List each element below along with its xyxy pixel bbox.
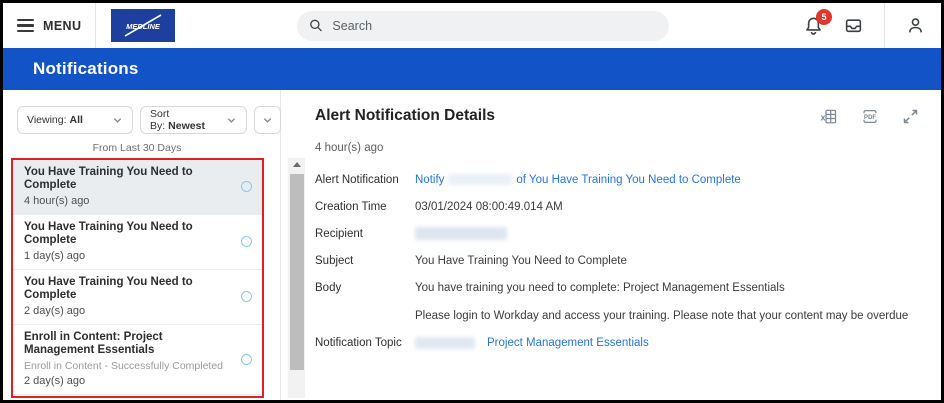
viewing-filter-dropdown[interactable]: Viewing: All	[17, 106, 133, 134]
field-label: Body	[315, 282, 342, 294]
inbox-button[interactable]	[844, 16, 863, 35]
notification-list-item[interactable]: You Have Training You Need to Complete 4…	[13, 160, 262, 214]
topbar-actions: 5	[804, 3, 941, 48]
field-recipient: Recipient	[315, 227, 931, 242]
panel-divider	[280, 90, 281, 400]
svg-text:PDF: PDF	[864, 113, 877, 120]
person-icon	[909, 18, 922, 33]
field-label: Subject	[315, 255, 354, 267]
notification-title: You Have Training You Need to Complete	[24, 166, 193, 191]
unread-indicator-icon[interactable]	[241, 353, 252, 365]
notifications-bell-button[interactable]: 5	[804, 9, 832, 35]
notification-subtitle: Enroll in Content - Successfully Complet…	[24, 360, 224, 372]
list-scrollbar[interactable]	[288, 158, 305, 398]
top-bar: MENU MEDLINE 5	[3, 3, 941, 48]
notification-list-item[interactable]: Enroll in Content: Project Management Es…	[13, 324, 262, 394]
notification-list-item[interactable]: You Have Training You Need to Complete 2…	[13, 269, 262, 324]
scrollbar-up-arrow-icon[interactable]	[292, 162, 301, 167]
hamburger-icon	[17, 18, 34, 33]
notification-time: 2 day(s) ago	[24, 305, 86, 317]
field-value: Notify of You Have Training You Need to C…	[415, 173, 741, 188]
field-label: Creation Time	[315, 201, 387, 213]
menu-button[interactable]: MENU	[3, 3, 95, 48]
notification-list-item[interactable]: This is test message This is test messag…	[13, 394, 262, 396]
chevron-down-icon	[113, 117, 122, 123]
search-icon	[310, 19, 323, 32]
search-input[interactable]	[332, 18, 658, 33]
redacted-text	[415, 227, 507, 241]
details-title: Alert Notification Details	[315, 107, 495, 124]
notification-list-item[interactable]: You Have Training You Need to Complete 1…	[13, 214, 262, 269]
details-header: Alert Notification Details x PDF	[315, 107, 931, 125]
page-header: Notifications	[3, 48, 941, 90]
body-line-2: Please login to Workday and access your …	[415, 310, 909, 322]
unread-indicator-icon[interactable]	[241, 181, 252, 192]
field-creation-time: Creation Time 03/01/2024 08:00:49.014 AM	[315, 200, 931, 215]
menu-label: MENU	[43, 18, 82, 33]
field-label: Recipient	[315, 228, 363, 240]
field-value: You have training you need to complete: …	[415, 281, 908, 324]
details-toolbar: x PDF	[820, 108, 919, 125]
topbar-divider	[95, 3, 97, 48]
pdf-icon: PDF	[863, 109, 877, 123]
details-panel: Alert Notification Details x PDF 4 hour(…	[315, 90, 931, 400]
global-search[interactable]	[297, 10, 670, 41]
field-value: Project Management Essentials	[415, 336, 649, 351]
notification-list: You Have Training You Need to Complete 4…	[11, 158, 264, 398]
unread-indicator-icon[interactable]	[241, 236, 252, 247]
field-subject: Subject You Have Training You Need to Co…	[315, 254, 931, 269]
notification-count-badge: 5	[816, 9, 832, 25]
notification-time: 1 day(s) ago	[24, 250, 86, 262]
expand-icon	[903, 109, 918, 123]
unread-indicator-icon[interactable]	[241, 291, 252, 302]
export-to-excel-button[interactable]: x	[820, 108, 838, 125]
export-to-pdf-button[interactable]: PDF	[861, 108, 879, 125]
field-body: Body You have training you need to compl…	[315, 281, 931, 324]
alert-notification-link[interactable]: Notify of You Have Training You Need to C…	[415, 174, 741, 186]
notification-title: You Have Training You Need to Complete	[24, 276, 193, 301]
field-label: Alert Notification	[315, 174, 399, 186]
svg-text:MEDLINE: MEDLINE	[127, 22, 162, 31]
field-alert-notification: Alert Notification Notify of You Have Tra…	[315, 173, 931, 188]
more-filters-button[interactable]	[254, 106, 281, 134]
notification-topic-link[interactable]: Project Management Essentials	[487, 337, 649, 349]
field-value: You Have Training You Need to Complete	[415, 255, 627, 267]
viewing-filter-text: Viewing: All	[27, 114, 83, 126]
content-area: Viewing: All Sort By: Newest From Last 30 …	[3, 90, 941, 400]
page-title: Notifications	[33, 59, 139, 78]
field-value	[415, 227, 507, 242]
sort-by-dropdown[interactable]: Sort By: Newest	[140, 106, 247, 134]
field-notification-topic: Notification Topic Project Management Es…	[315, 336, 931, 351]
expand-fullscreen-button[interactable]	[902, 108, 919, 125]
date-range-note: From Last 30 Days	[92, 142, 182, 154]
medline-logo[interactable]: MEDLINE	[111, 9, 176, 42]
notification-time: 2 day(s) ago	[24, 375, 86, 387]
notification-title: Enroll in Content: Project Management Es…	[24, 331, 163, 356]
app-window: MENU MEDLINE 5	[0, 0, 944, 403]
inbox-tray-icon	[845, 19, 862, 33]
profile-button[interactable]	[906, 16, 925, 35]
body-line-1: You have training you need to complete: …	[415, 282, 785, 294]
chevron-down-icon	[263, 117, 272, 123]
redacted-text	[448, 174, 513, 186]
excel-export-icon: x	[821, 109, 837, 123]
list-filters: Viewing: All Sort By: Newest	[17, 106, 281, 134]
details-fields: Alert Notification Notify of You Have Tra…	[315, 173, 931, 351]
field-label: Notification Topic	[315, 337, 402, 349]
scrollbar-thumb[interactable]	[289, 174, 304, 370]
notification-time: 4 hour(s) ago	[24, 195, 90, 207]
sort-by-text: Sort By: Newest	[150, 108, 205, 132]
redacted-text	[415, 336, 475, 349]
details-time-ago: 4 hour(s) ago	[315, 142, 384, 154]
notification-title: You Have Training You Need to Complete	[24, 221, 193, 246]
svg-text:x: x	[821, 112, 826, 122]
topbar-divider	[884, 3, 885, 48]
chevron-down-icon	[227, 117, 236, 123]
field-value: 03/01/2024 08:00:49.014 AM	[415, 201, 563, 213]
